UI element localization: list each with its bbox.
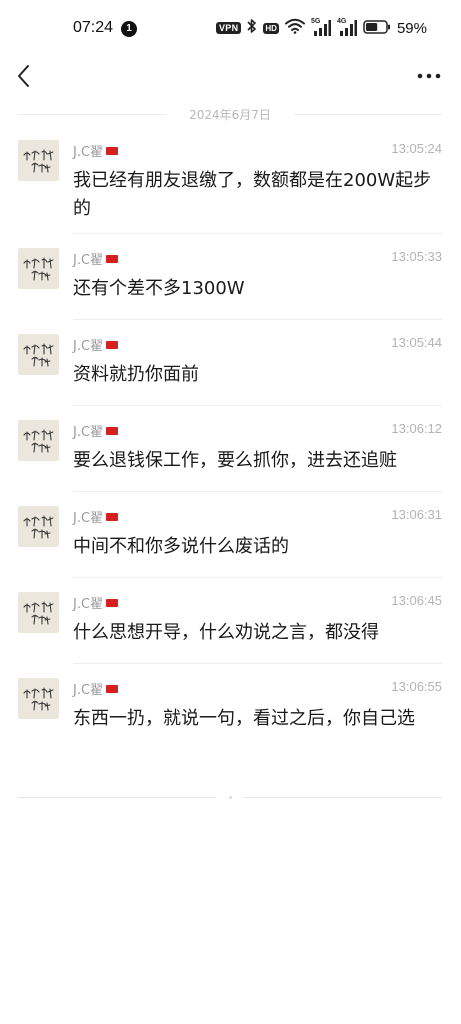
message-item[interactable]: J.C翟 13:05:44 资料就扔你面前 [0,320,461,406]
red-flag-icon [106,340,119,349]
message-item[interactable]: J.C翟 13:06:31 中间不和你多说什么废话的 [0,492,461,578]
date-separator-line-right [294,114,442,115]
message-time: 13:05:24 [391,141,442,156]
red-flag-icon [106,254,119,263]
hd-voice-icon: HD [263,22,279,34]
sender-avatar[interactable] [18,506,59,547]
nav-bar [0,58,461,94]
signal-4g-icon: 4G [337,18,357,36]
message-text[interactable]: 资料就扔你面前 [73,361,443,389]
message-item[interactable]: J.C翟 13:06:45 什么思想开导，什么劝说之言，都没得 [0,578,461,664]
end-of-history-divider [18,796,442,801]
sender-name-text: J.C翟 [73,425,104,440]
message-text[interactable]: 要么退钱保工作，要么抓你，进去还追赃 [73,447,443,475]
battery-icon [363,19,391,38]
red-flag-icon [106,146,119,155]
message-text[interactable]: 东西一扔，就说一句，看过之后，你自己选 [73,705,443,733]
sender-name-text: J.C翟 [73,597,104,612]
chat-history-screen: 07:24 1 VPN HD 5G 4G 59% 2024年6月7日 J.C翟 … [0,0,461,1024]
message-item[interactable]: J.C翟 13:05:24 我已经有朋友退缴了，数额都是在200W起步的 [0,126,461,234]
vpn-icon: VPN [216,22,242,34]
sender-avatar[interactable] [18,592,59,633]
sender-avatar[interactable] [18,248,59,289]
sender-name-text: J.C翟 [73,253,104,268]
bluetooth-icon [247,18,257,38]
message-text[interactable]: 中间不和你多说什么废话的 [73,533,443,561]
wifi-icon [284,18,305,38]
red-flag-icon [106,684,119,693]
sender-name-text: J.C翟 [73,683,104,698]
sender-name-text: J.C翟 [73,145,104,160]
status-bar: 07:24 1 VPN HD 5G 4G 59% [0,0,461,58]
message-time: 13:06:31 [391,507,442,522]
sender-avatar[interactable] [18,678,59,719]
sender-avatar[interactable] [18,420,59,461]
sender-name-text: J.C翟 [73,339,104,354]
message-text[interactable]: 我已经有朋友退缴了，数额都是在200W起步的 [73,167,443,223]
sender-name: J.C翟 [73,593,119,612]
sender-name: J.C翟 [73,679,119,698]
signal-5g-icon: 5G [311,18,331,36]
status-time: 07:24 [73,19,114,36]
message-list: J.C翟 13:05:24 我已经有朋友退缴了，数额都是在200W起步的 J.C翟 13… [0,126,461,772]
message-time: 13:06:55 [391,679,442,694]
message-text[interactable]: 什么思想开导，什么劝说之言，都没得 [73,619,443,647]
message-time: 13:06:12 [391,421,442,436]
sender-name: J.C翟 [73,421,119,440]
end-divider-left [18,797,216,798]
message-time: 13:05:33 [391,249,442,264]
message-time: 13:06:45 [391,593,442,608]
message-text[interactable]: 还有个差不多1300W [73,275,443,303]
battery-percent: 59% [396,19,427,37]
back-button[interactable] [12,60,40,92]
sender-name: J.C翟 [73,335,119,354]
red-flag-icon [106,426,119,435]
notification-badge: 1 [121,21,137,37]
message-item[interactable]: J.C翟 13:06:55 东西一扔，就说一句，看过之后，你自己选 [0,664,461,772]
message-item[interactable]: J.C翟 13:05:33 还有个差不多1300W [0,234,461,320]
red-flag-icon [106,512,119,521]
sender-name: J.C翟 [73,141,119,160]
message-time: 13:05:44 [391,335,442,350]
sender-avatar[interactable] [18,140,59,181]
more-options-button[interactable] [415,62,443,90]
end-divider-right [244,797,442,798]
more-horizontal-icon [417,73,441,79]
message-item[interactable]: J.C翟 13:06:12 要么退钱保工作，要么抓你，进去还追赃 [0,406,461,492]
chevron-left-icon [18,65,29,87]
date-separator: 2024年6月7日 [18,103,442,125]
end-divider-dot [229,796,232,799]
status-icons: VPN HD 5G 4G 59% [216,17,427,39]
sender-name: J.C翟 [73,507,119,526]
sender-avatar[interactable] [18,334,59,375]
red-flag-icon [106,598,119,607]
sender-name: J.C翟 [73,249,119,268]
sender-name-text: J.C翟 [73,511,104,526]
